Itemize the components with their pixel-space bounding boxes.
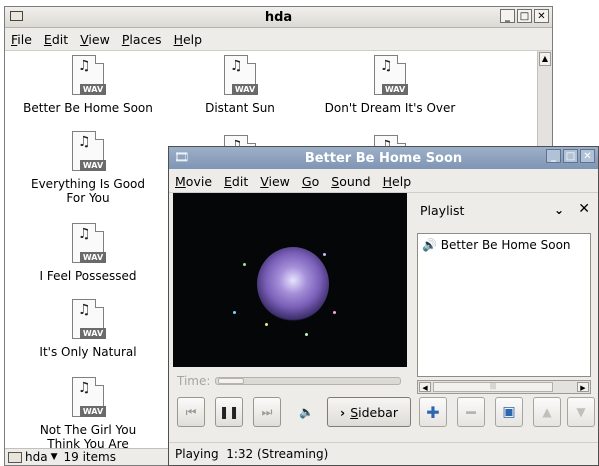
close-icon[interactable]: ✕ — [578, 201, 590, 217]
playlist-title: Playlist — [420, 202, 465, 218]
speaker-icon[interactable]: 🔈 — [299, 405, 314, 419]
music-file-icon: ♫ WAV — [220, 55, 260, 97]
scroll-up-arrow-icon[interactable]: ▲ — [539, 52, 551, 66]
music-file-icon: ♫ WAV — [68, 131, 108, 173]
menu-places[interactable]: Places — [116, 32, 168, 47]
music-file-icon: ♫ WAV — [68, 377, 108, 419]
playlist-list[interactable]: 🔊 Better Be Home Soon — [417, 233, 591, 377]
playlist-item[interactable]: 🔊 Better Be Home Soon — [422, 238, 571, 252]
music-file-icon: ♫ WAV — [68, 55, 108, 97]
menu-help[interactable]: Help — [377, 174, 418, 189]
scroll-right-icon[interactable]: ▶ — [577, 382, 589, 392]
menu-file[interactable]: File — [5, 32, 38, 47]
playlist-horizontal-scrollbar[interactable]: ◀ ||| ▶ — [417, 380, 591, 394]
media-player-window: 🎞 Better Be Home Soon _ □ ✕ Movie Edit V… — [168, 146, 599, 466]
previous-button[interactable]: ⏮ — [177, 397, 205, 427]
pause-button[interactable]: ❚❚ — [215, 397, 243, 427]
menu-movie[interactable]: Movie — [169, 174, 218, 189]
music-file-icon: ♫ WAV — [68, 299, 108, 341]
pause-icon: ❚❚ — [218, 405, 240, 419]
file-name: Not The Girl You Think You Are — [39, 423, 137, 451]
folder-icon — [8, 451, 22, 463]
file-item[interactable]: ♫ WAV Not The Girl You Think You Are — [13, 377, 163, 451]
menu-edit[interactable]: Edit — [218, 174, 254, 189]
next-button[interactable]: ⏭ — [253, 397, 281, 427]
playback-status: Playing 1:32 (Streaming) — [175, 447, 329, 461]
seek-slider-thumb[interactable] — [218, 378, 244, 384]
menu-sound[interactable]: Sound — [325, 174, 376, 189]
file-name: Distant Sun — [205, 101, 275, 115]
close-button[interactable]: ✕ — [534, 9, 549, 23]
sidebar-toggle-button[interactable]: › Sidebar — [327, 397, 411, 427]
close-button[interactable]: ✕ — [580, 149, 595, 163]
speaker-icon: 🔊 — [422, 238, 437, 252]
next-icon: ⏭ — [261, 404, 273, 419]
file-item[interactable]: ♫ WAV It's Only Natural — [13, 299, 163, 359]
seek-slider[interactable] — [215, 377, 401, 385]
music-file-icon: ♫ WAV — [68, 223, 108, 265]
minimize-button[interactable]: _ — [500, 9, 515, 23]
file-item[interactable]: ♫ WAV I Feel Possessed — [13, 223, 163, 283]
maximize-button[interactable]: □ — [563, 149, 578, 163]
spark — [323, 253, 326, 256]
scrollbar-thumb[interactable]: ||| — [433, 382, 553, 392]
visualization-orb — [257, 247, 329, 321]
player-statusbar: Playing 1:32 (Streaming) — [169, 442, 598, 465]
file-manager-titlebar[interactable]: hda _ □ ✕ — [5, 7, 552, 28]
minimize-button[interactable]: _ — [546, 149, 561, 163]
chevron-down-icon[interactable]: ⌄ — [554, 203, 564, 217]
spark — [243, 263, 246, 266]
window-title: hda — [264, 10, 293, 25]
sidebar-button-label: Sidebar — [350, 404, 398, 420]
menu-edit[interactable]: Edit — [38, 32, 74, 47]
menu-go[interactable]: Go — [296, 174, 325, 189]
player-window-title: Better Be Home Soon — [304, 151, 463, 166]
file-item[interactable]: ♫ WAV Distant Sun — [165, 55, 315, 115]
scroll-left-icon[interactable]: ◀ — [419, 382, 431, 392]
location-dropdown[interactable]: hda — [25, 450, 48, 464]
playlist-header: Playlist ⌄ ✕ — [412, 193, 596, 227]
chevron-down-icon[interactable]: ▼ — [51, 452, 58, 462]
menu-view[interactable]: View — [74, 32, 116, 47]
time-row: Time: — [175, 373, 407, 389]
music-file-icon: ♫ WAV — [370, 55, 410, 97]
item-count: 19 items — [63, 450, 116, 464]
time-label: Time: — [177, 374, 211, 388]
file-item[interactable]: ♫ WAV Don't Dream It's Over — [315, 55, 465, 115]
visualization-area[interactable] — [173, 193, 407, 367]
file-item[interactable]: ♫ WAV Better Be Home Soon — [13, 55, 163, 115]
maximize-button[interactable]: □ — [517, 9, 532, 23]
playlist-sidebar: Playlist ⌄ ✕ 🔊 Better Be Home Soon ◀ |||… — [412, 193, 596, 463]
spark — [333, 311, 336, 314]
spark — [265, 323, 268, 326]
menu-view[interactable]: View — [254, 174, 296, 189]
sidebar-arrow-icon: › — [340, 404, 346, 420]
spark — [233, 311, 236, 314]
menu-help[interactable]: Help — [168, 32, 209, 47]
file-name: I Feel Possessed — [39, 269, 137, 283]
player-titlebar[interactable]: 🎞 Better Be Home Soon _ □ ✕ — [169, 147, 598, 169]
spark — [305, 333, 308, 336]
file-name: Better Be Home Soon — [23, 101, 153, 115]
file-name: Don't Dream It's Over — [324, 101, 456, 115]
file-name: It's Only Natural — [39, 345, 137, 359]
file-item[interactable]: ♫ WAV Everything Is Good For You — [13, 131, 163, 205]
previous-icon: ⏮ — [185, 404, 197, 419]
player-menubar: Movie Edit View Go Sound Help — [169, 170, 598, 193]
file-name: Everything Is Good For You — [31, 177, 145, 205]
file-manager-menubar: File Edit View Places Help — [5, 28, 552, 51]
playlist-item-label: Better Be Home Soon — [440, 238, 571, 252]
